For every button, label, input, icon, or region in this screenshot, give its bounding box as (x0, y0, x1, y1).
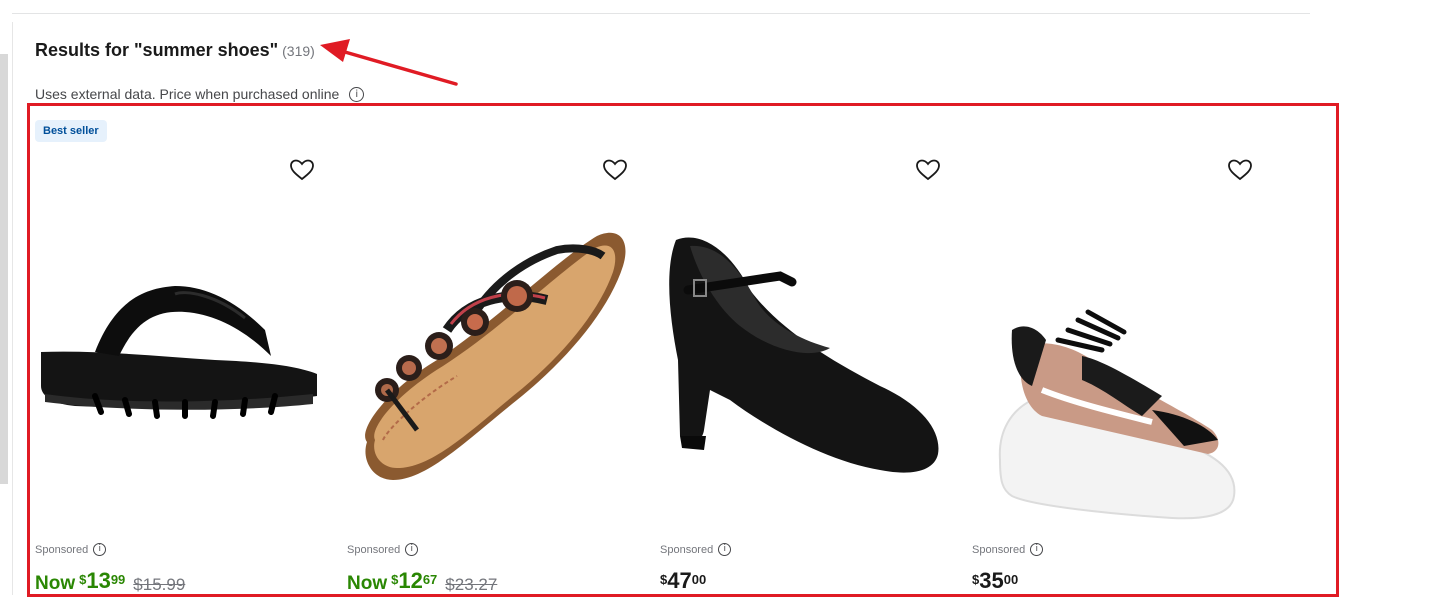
top-divider (12, 13, 1310, 14)
price-dollars: 35 (979, 568, 1004, 593)
price-prefix: Now (347, 573, 388, 594)
product-card[interactable]: Sponsored i Now $ 13 99 $15.99 (35, 150, 335, 595)
price-cents: 67 (422, 572, 438, 587)
sponsored-text: Sponsored (35, 543, 89, 556)
was-price: $23.27 (445, 575, 498, 594)
info-icon[interactable]: i (405, 543, 419, 556)
product-card[interactable]: Sponsored i Now $ 12 67 $23.27 (347, 150, 647, 595)
heart-icon[interactable] (1227, 158, 1253, 182)
price: Now $ 12 67 $23.27 (347, 568, 497, 595)
black-character-shoe-icon[interactable] (660, 190, 960, 560)
heart-icon[interactable] (289, 158, 315, 182)
results-subtext: Uses external data. Price when purchased… (35, 86, 365, 102)
product-card[interactable]: Sponsored i $ 35 00 (972, 150, 1272, 595)
flip-flop-sandal-icon[interactable] (35, 190, 335, 560)
price-prefix: Now (35, 573, 76, 594)
sponsored-label: Sponsored i (972, 543, 1044, 556)
sponsored-label: Sponsored i (35, 543, 107, 556)
sponsored-text: Sponsored (347, 543, 401, 556)
price-cents: 00 (1003, 572, 1019, 587)
sponsored-label: Sponsored i (660, 543, 732, 556)
sponsored-label: Sponsored i (347, 543, 419, 556)
price-dollars: 13 (86, 568, 111, 593)
price-currency: $ (79, 572, 87, 587)
product-card[interactable]: Sponsored i $ 47 00 (660, 150, 960, 595)
results-heading: Results for "summer shoes" (319) (35, 40, 315, 61)
results-subtext-label: Uses external data. Price when purchased… (35, 86, 340, 102)
beaded-thong-sandal-icon[interactable] (347, 190, 647, 560)
info-icon[interactable]: i (1030, 543, 1044, 556)
price: Now $ 13 99 $15.99 (35, 568, 185, 595)
price-currency: $ (972, 572, 980, 587)
price-currency: $ (391, 572, 399, 587)
best-seller-badge: Best seller (35, 120, 107, 142)
results-title: Results for "summer shoes" (35, 40, 279, 60)
price-cents: 00 (691, 572, 707, 587)
was-price: $15.99 (133, 575, 186, 594)
price: $ 47 00 (660, 568, 706, 594)
price-cents: 99 (110, 572, 126, 587)
price-currency: $ (660, 572, 668, 587)
results-count: (319) (282, 43, 315, 59)
price-dollars: 47 (667, 568, 692, 593)
info-icon[interactable]: i (93, 543, 107, 556)
sponsored-text: Sponsored (660, 543, 714, 556)
info-icon[interactable]: i (718, 543, 732, 556)
heart-icon[interactable] (915, 158, 941, 182)
heart-icon[interactable] (602, 158, 628, 182)
price-dollars: 12 (398, 568, 423, 593)
page-scrollbar[interactable] (0, 54, 8, 484)
chunky-sneaker-icon[interactable] (972, 190, 1272, 560)
sponsored-text: Sponsored (972, 543, 1026, 556)
info-icon[interactable]: i (349, 86, 365, 102)
content-divider (12, 22, 13, 595)
price: $ 35 00 (972, 568, 1018, 594)
